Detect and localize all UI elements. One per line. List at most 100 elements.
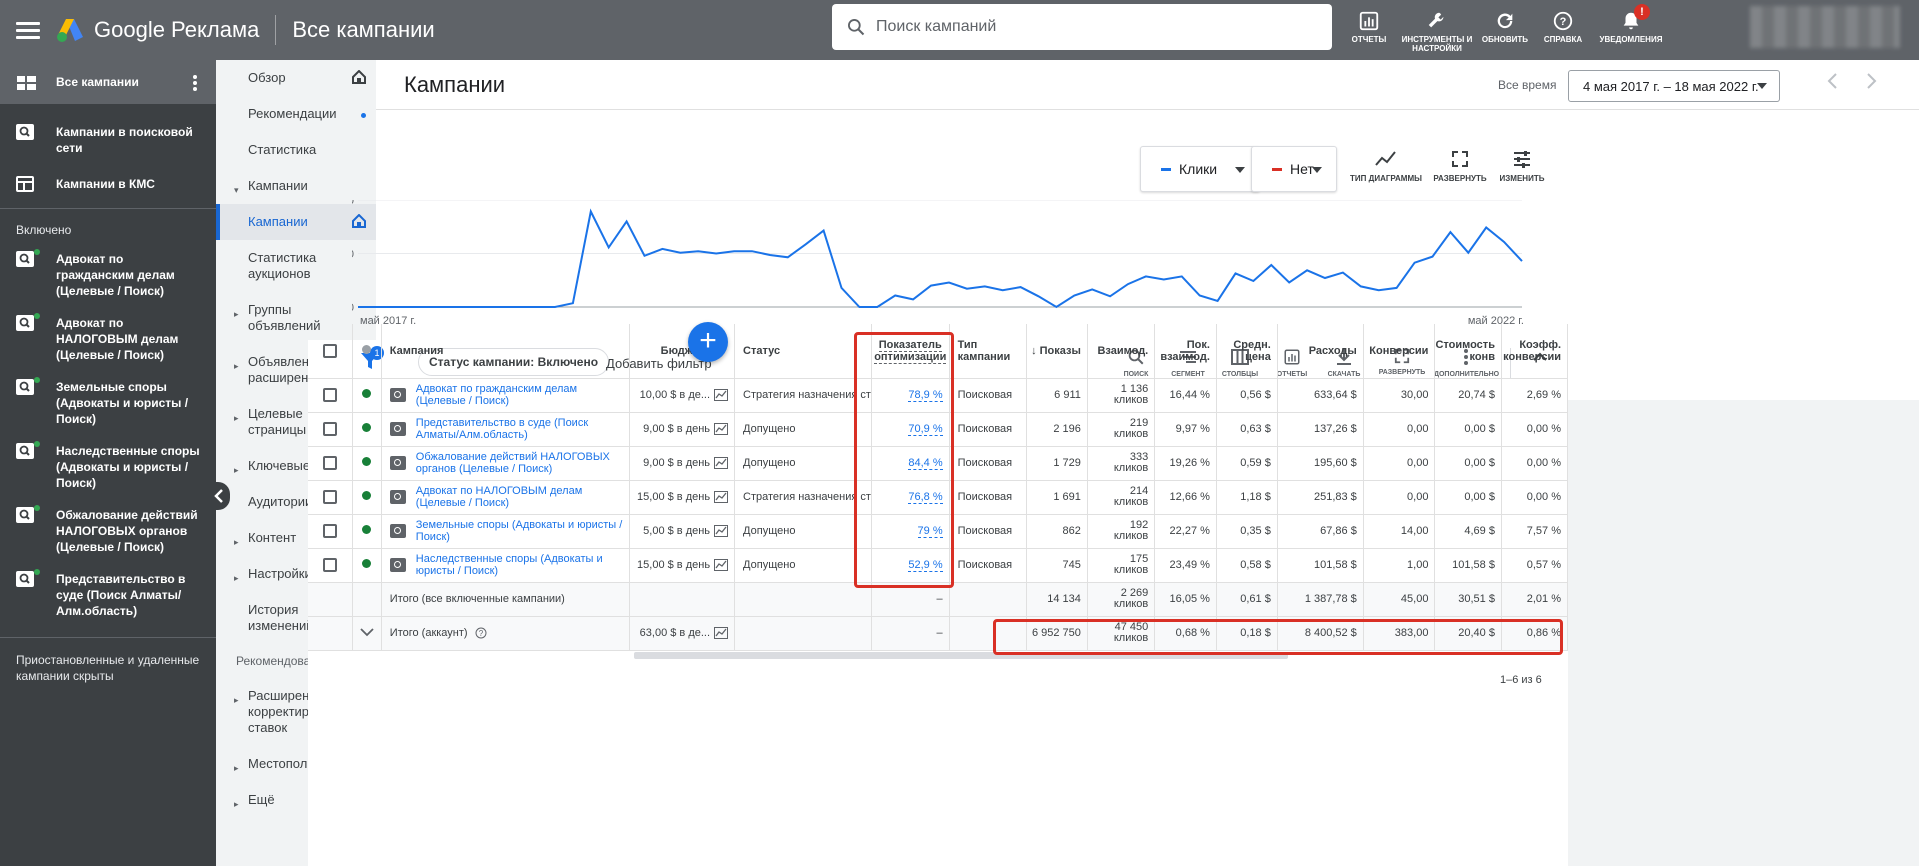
trend-icon[interactable] <box>714 457 729 469</box>
impressions-column-header[interactable]: ↓ Показы <box>1026 324 1088 379</box>
nav-all-campaigns[interactable]: Все кампании <box>0 60 216 104</box>
row-checkbox[interactable] <box>322 490 337 504</box>
row-status-cell[interactable] <box>352 378 382 413</box>
row-checkbox[interactable] <box>322 558 337 572</box>
total-conv-rate-cell: 2,01 % <box>1501 582 1569 617</box>
nav-campaign-item[interactable]: Представительство в суде (Поиск Алматы/ … <box>0 555 216 619</box>
google-ads-logo[interactable]: Google Реклама <box>56 17 259 43</box>
row-checkbox-cell[interactable] <box>308 378 353 413</box>
row-checkbox-cell[interactable] <box>308 480 353 515</box>
caret-right-icon: ▸ <box>234 695 239 705</box>
help-icon[interactable]: ? <box>475 627 487 639</box>
chart-type-button[interactable]: ТИП ДИАГРАММЫ <box>1346 150 1426 183</box>
metric2-label: Нет <box>1290 161 1314 177</box>
interaction-rate-column-header[interactable]: Пок. взаимод. <box>1154 324 1217 379</box>
cost-column-header[interactable]: Расходы <box>1277 324 1364 379</box>
cost-per-conv-cell: 0,00 $ <box>1434 480 1502 515</box>
campaign-search[interactable] <box>832 4 1332 50</box>
enabled-status-dot[interactable] <box>362 423 372 432</box>
row-checkbox[interactable] <box>322 422 337 436</box>
trend-icon[interactable] <box>714 423 729 435</box>
interactions-column-header[interactable]: Взаимод. <box>1087 324 1156 379</box>
avg-cost-column-header[interactable]: Средн. цена <box>1216 324 1278 379</box>
date-range-picker[interactable]: 4 мая 2017 г. – 18 мая 2022 г. <box>1568 70 1780 102</box>
trend-icon[interactable] <box>714 559 729 571</box>
notifications-tool[interactable]: ! УВЕДОМЛЕНИЯ <box>1592 0 1670 60</box>
row-checkbox[interactable] <box>322 524 337 538</box>
campaign-link[interactable]: Земельные споры (Адвокаты и юристы / Пои… <box>416 519 629 543</box>
next-period-icon[interactable] <box>1866 72 1878 90</box>
page-menu-item[interactable]: Обзор <box>216 60 376 96</box>
budget-value[interactable]: 15,00 $ в день <box>637 559 710 571</box>
nav-campaign-item[interactable]: Земельные споры (Адвокаты и юристы / Пои… <box>0 363 216 427</box>
metric1-selector[interactable]: Клики <box>1140 146 1260 192</box>
enabled-status-dot[interactable] <box>362 559 372 568</box>
budget-value[interactable]: 9,00 $ в день <box>643 423 710 435</box>
page-menu-item[interactable]: Рекомендации <box>216 96 376 132</box>
campaign-link[interactable]: Адвокат по гражданским делам (Целевые / … <box>416 383 629 407</box>
enabled-status-dot[interactable] <box>362 525 372 534</box>
campaign-link[interactable]: Представительство в суде (Поиск Алматы/А… <box>416 417 629 441</box>
campaign-link[interactable]: Наследственные споры (Адвокаты и юристы … <box>416 553 629 577</box>
create-campaign-fab[interactable]: + <box>688 322 728 362</box>
more-vert-icon[interactable] <box>192 74 198 92</box>
nav-campaign-item[interactable]: Адвокат по гражданским делам (Целевые / … <box>0 243 216 299</box>
status-column-header[interactable]: Статус <box>734 324 872 379</box>
enabled-status-dot[interactable] <box>362 491 372 500</box>
select-all-checkbox[interactable] <box>322 343 337 358</box>
nav-campaign-item[interactable]: Наследственные споры (Адвокаты и юристы … <box>0 427 216 491</box>
trend-icon[interactable] <box>714 389 729 401</box>
chevron-down-icon[interactable] <box>359 627 375 637</box>
campaign-column-header[interactable]: Кампания <box>381 324 631 379</box>
nav-campaign-item[interactable]: Обжалование действий НАЛОГОВЫХ органов (… <box>0 491 216 555</box>
trend-icon[interactable] <box>714 627 729 639</box>
refresh-tool[interactable]: ОБНОВИТЬ <box>1476 0 1534 60</box>
row-status-cell[interactable] <box>352 446 382 481</box>
budget-value[interactable]: 15,00 $ в день <box>637 491 710 503</box>
select-all-checkbox-cell[interactable] <box>308 324 353 379</box>
row-checkbox[interactable] <box>322 456 337 470</box>
enabled-status-dot[interactable] <box>362 389 372 398</box>
page-menu-item[interactable]: Статистика <box>216 132 376 168</box>
reports-tool[interactable]: ОТЧЕТЫ <box>1340 0 1398 60</box>
campaign-link[interactable]: Адвокат по НАЛОГОВЫМ делам (Целевые / По… <box>416 485 629 509</box>
row-checkbox-cell[interactable] <box>308 548 353 583</box>
tools-settings-tool[interactable]: ИНСТРУМЕНТЫ И НАСТРОЙКИ <box>1398 0 1476 60</box>
chart-edit-button[interactable]: ИЗМЕНИТЬ <box>1482 150 1562 183</box>
trend-icon[interactable] <box>714 525 729 537</box>
budget-cell: 10,00 $ в де... <box>629 378 736 413</box>
row-checkbox-cell[interactable] <box>308 412 353 447</box>
cost-cell: 195,60 $ <box>1277 446 1364 481</box>
help-tool[interactable]: ? СПРАВКА <box>1534 0 1592 60</box>
impressions-cell: 1 691 <box>1026 480 1088 515</box>
trend-icon[interactable] <box>714 491 729 503</box>
nav-display-campaigns[interactable]: Кампании в КМС <box>0 156 216 194</box>
budget-value[interactable]: 9,00 $ в день <box>643 457 710 469</box>
collapse-nav-button[interactable] <box>208 482 230 510</box>
row-status-cell[interactable] <box>352 548 382 583</box>
nav-search-campaigns[interactable]: Кампании в поисковой сети <box>0 104 216 156</box>
row-checkbox-cell[interactable] <box>308 514 353 549</box>
conv-rate-column-header[interactable]: Коэфф. конверсии <box>1501 324 1569 379</box>
avg-cost-cell: 0,63 $ <box>1216 412 1278 447</box>
conversions-column-header[interactable]: Конверсии <box>1363 324 1436 379</box>
prev-period-icon[interactable] <box>1826 72 1838 90</box>
nav-campaign-item[interactable]: Адвокат по НАЛОГОВЫМ делам (Целевые / По… <box>0 299 216 363</box>
search-input[interactable] <box>876 18 1332 36</box>
row-status-cell[interactable] <box>352 480 382 515</box>
conv-rate-cell: 0,00 % <box>1501 412 1569 447</box>
row-checkbox[interactable] <box>322 388 337 402</box>
row-checkbox-cell[interactable] <box>308 446 353 481</box>
campaign-link[interactable]: Обжалование действий НАЛОГОВЫХ органов (… <box>416 451 629 475</box>
metric2-selector[interactable]: Нет <box>1251 146 1337 192</box>
page-menu-item[interactable]: ▾ Кампании <box>216 168 376 204</box>
menu-icon[interactable] <box>16 18 40 42</box>
enabled-status-dot[interactable] <box>362 457 372 466</box>
row-status-cell[interactable] <box>352 514 382 549</box>
account-info-blurred[interactable] <box>1750 6 1900 48</box>
type-column-header[interactable]: Тип кампании <box>949 324 1027 379</box>
budget-value[interactable]: 10,00 $ в де... <box>640 389 710 401</box>
budget-value[interactable]: 5,00 $ в день <box>643 525 710 537</box>
row-status-cell[interactable] <box>352 412 382 447</box>
cost-per-conv-column-header[interactable]: Стоимость конв <box>1434 324 1502 379</box>
